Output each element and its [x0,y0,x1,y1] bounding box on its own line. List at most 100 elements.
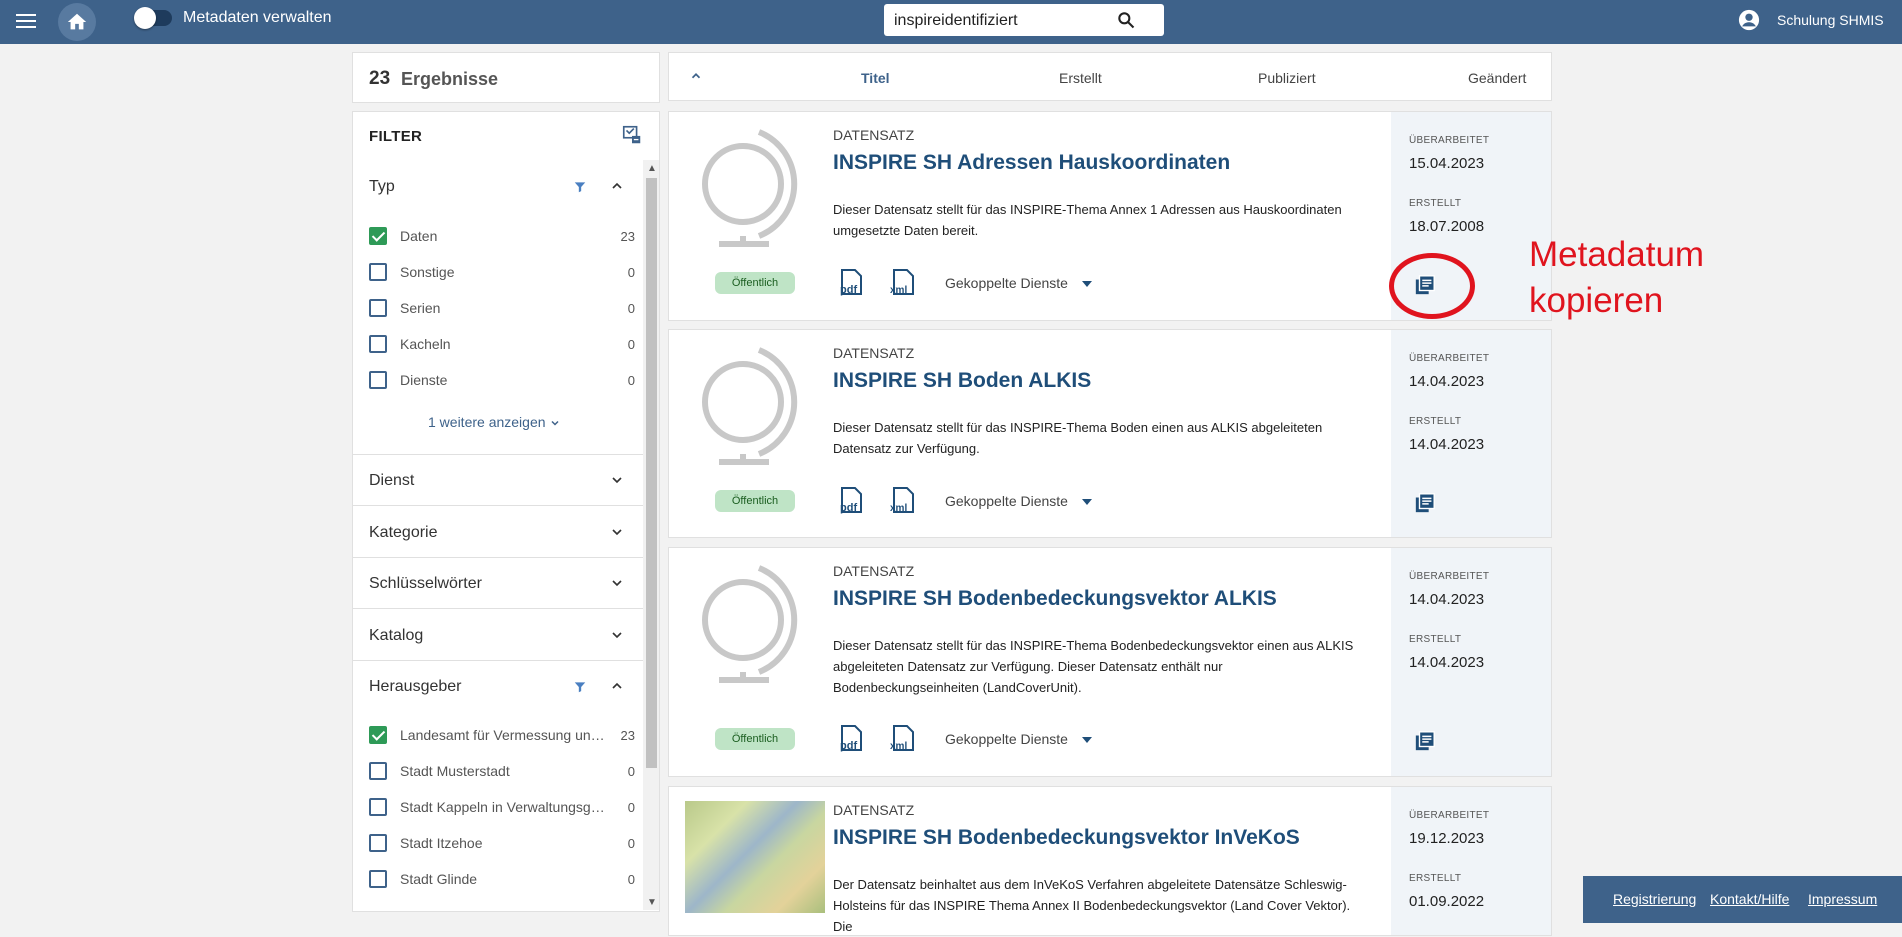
created-date: 18.07.2008 [1409,218,1485,235]
result-title[interactable]: INSPIRE SH Boden ALKIS [833,369,1091,393]
xml-icon[interactable]: xml [889,486,917,514]
filter-option-landesamt[interactable]: Landesamt für Vermessung und ... 23 [369,725,635,745]
pdf-icon[interactable]: pdf [837,486,865,514]
filter-section-schluesselwoerter[interactable]: Schlüsselwörter [369,575,482,593]
results-count-card: 23 Ergebnisse [352,52,660,103]
menu-icon[interactable] [14,10,38,34]
caret-down-icon[interactable] [1081,496,1093,508]
chevron-up-icon[interactable] [609,178,625,194]
updated-date: 14.04.2023 [1409,373,1485,390]
filter-active-icon [574,182,586,193]
chevron-down-icon[interactable] [609,627,625,643]
globe-icon [702,347,798,465]
access-badge: Öffentlich [715,728,795,750]
updated-label: ÜBERARBEITET [1409,353,1490,364]
filter-option-glinde[interactable]: Stadt Glinde 0 [369,869,635,889]
filter-section-dienst[interactable]: Dienst [369,472,414,490]
checkbox[interactable] [369,726,387,744]
coupled-services-dropdown[interactable]: Gekoppelte Dienste [945,275,1068,291]
manage-metadata-toggle[interactable] [134,7,172,29]
filter-section-herausgeber[interactable]: Herausgeber [369,678,462,696]
checkbox[interactable] [369,263,387,281]
svg-text:xml: xml [890,741,907,752]
annotation-text: Metadatum kopieren [1529,235,1705,320]
sort-titel[interactable]: Titel [861,70,890,86]
scroll-up-arrow[interactable]: ▲ [647,164,657,174]
filter-option-sonstige[interactable]: Sonstige 0 [369,262,635,282]
access-badge: Öffentlich [715,272,795,294]
map-thumbnail [685,801,825,913]
checkbox[interactable] [369,227,387,245]
filter-option-serien[interactable]: Serien 0 [369,298,635,318]
search-input[interactable] [894,11,1114,31]
result-card[interactable]: DATENSATZ INSPIRE SH Bodenbedeckungsvekt… [668,547,1552,777]
caret-down-icon[interactable] [1081,734,1093,746]
chevron-down-icon[interactable] [609,575,625,591]
sort-publiziert[interactable]: Publiziert [1258,70,1316,86]
search-box [884,4,1164,36]
result-title[interactable]: INSPIRE SH Bodenbedeckungsvektor ALKIS [833,587,1277,611]
filter-title: FILTER [369,128,423,145]
checkbox[interactable] [369,299,387,317]
filter-reset-icon[interactable] [621,124,643,146]
xml-icon[interactable]: xml [889,268,917,296]
filter-section-typ[interactable]: Typ [369,178,395,196]
checkbox[interactable] [369,371,387,389]
home-icon [67,13,87,30]
toggle-label: Metadaten verwalten [183,9,332,26]
updated-label: ÜBERARBEITET [1409,571,1490,582]
result-description: Dieser Datensatz stellt für das INSPIRE-… [833,638,1354,695]
filter-option-dienste[interactable]: Dienste 0 [369,370,635,390]
checkbox[interactable] [369,335,387,353]
chevron-down-icon[interactable] [609,472,625,488]
search-icon[interactable] [1116,10,1136,30]
home-button[interactable] [58,3,96,41]
updated-label: ÜBERARBEITET [1409,135,1490,146]
checkbox[interactable] [369,762,387,780]
user-name[interactable]: Schulung SHMIS [1777,12,1884,28]
checkbox[interactable] [369,870,387,888]
copy-metadata-icon[interactable] [1414,492,1436,514]
pdf-icon[interactable]: pdf [837,268,865,296]
footer-link-registrierung[interactable]: Registrierung [1613,891,1696,907]
user-account-icon[interactable] [1738,9,1760,31]
updated-date: 15.04.2023 [1409,155,1485,172]
created-label: ERSTELLT [1409,873,1462,884]
filter-section-kategorie[interactable]: Kategorie [369,524,438,542]
filter-scroll-thumb[interactable] [646,178,657,768]
sort-direction-icon[interactable] [689,69,703,83]
scroll-down-arrow[interactable]: ▼ [647,898,657,908]
filter-option-kacheln[interactable]: Kacheln 0 [369,334,635,354]
sort-geaendert[interactable]: Geändert [1468,70,1526,86]
result-card[interactable]: DATENSATZ INSPIRE SH Bodenbedeckungsvekt… [668,786,1552,936]
coupled-services-dropdown[interactable]: Gekoppelte Dienste [945,731,1068,747]
checkbox[interactable] [369,834,387,852]
updated-label: ÜBERARBEITET [1409,810,1490,821]
filter-option-musterstadt[interactable]: Stadt Musterstadt 0 [369,761,635,781]
coupled-services-dropdown[interactable]: Gekoppelte Dienste [945,493,1068,509]
chevron-up-icon[interactable] [609,678,625,694]
copy-metadata-icon[interactable] [1414,730,1436,752]
filter-option-itzehoe[interactable]: Stadt Itzehoe 0 [369,833,635,853]
globe-icon [702,565,798,683]
chevron-down-icon[interactable] [609,524,625,540]
footer-link-kontakt[interactable]: Kontakt/Hilfe [1710,891,1789,907]
result-title[interactable]: INSPIRE SH Adressen Hauskoordinaten [833,151,1230,175]
filter-option-daten[interactable]: Daten 23 [369,226,635,246]
annotation-circle [1389,253,1475,319]
caret-down-icon[interactable] [1081,278,1093,290]
result-card[interactable]: DATENSATZ INSPIRE SH Boden ALKIS Dieser … [668,329,1552,538]
result-kind: DATENSATZ [833,127,915,143]
filter-section-katalog[interactable]: Katalog [369,627,423,645]
show-more-link[interactable]: 1 weitere anzeigen [428,414,561,430]
svg-text:pdf: pdf [840,284,857,296]
filter-option-kappeln[interactable]: Stadt Kappeln in Verwaltungsge... 0 [369,797,635,817]
result-title[interactable]: INSPIRE SH Bodenbedeckungsvektor InVeKoS [833,826,1300,850]
checkbox[interactable] [369,798,387,816]
xml-icon[interactable]: xml [889,724,917,752]
svg-text:pdf: pdf [840,740,857,752]
sort-erstellt[interactable]: Erstellt [1059,70,1102,86]
pdf-icon[interactable]: pdf [837,724,865,752]
footer-link-impressum[interactable]: Impressum [1808,891,1877,907]
created-label: ERSTELLT [1409,416,1462,427]
